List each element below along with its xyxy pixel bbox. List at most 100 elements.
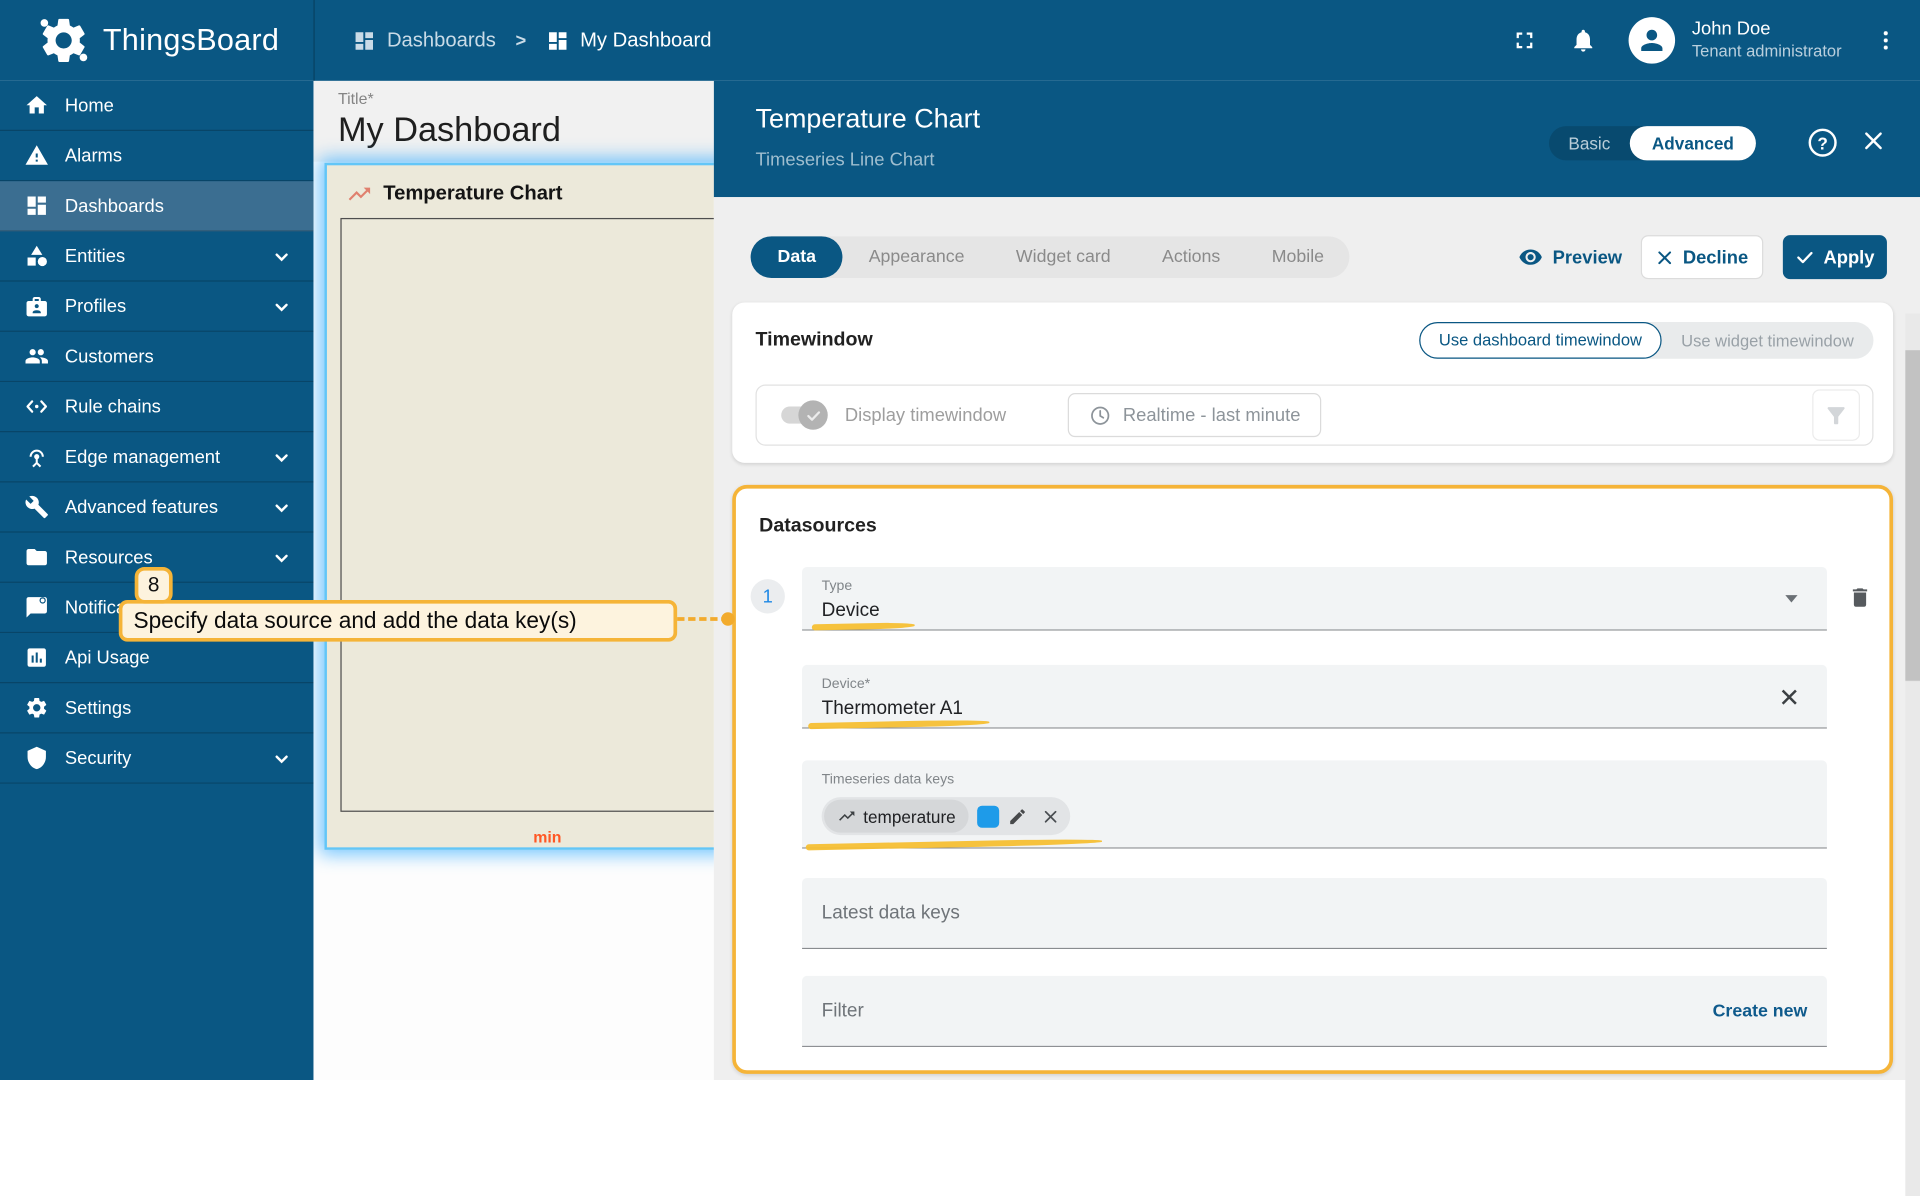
temperature-key-chip[interactable]: temperature — [822, 797, 1071, 835]
panel-scrollbar[interactable] — [1905, 313, 1920, 1196]
user-info: John Doe Tenant administrator — [1692, 19, 1842, 63]
temperature-chart-widget[interactable]: Temperature Chart min — [324, 163, 713, 850]
dashboards-icon — [24, 193, 48, 217]
user-name: John Doe — [1692, 19, 1842, 42]
annotation-connector-dot — [721, 612, 734, 625]
chevron-down-icon — [272, 298, 292, 318]
advanced-mode-option[interactable]: Advanced — [1630, 126, 1756, 160]
use-widget-timewindow-option[interactable]: Use widget timewindow — [1662, 331, 1874, 349]
remove-key-icon[interactable] — [1043, 808, 1060, 825]
more-menu-icon[interactable] — [1873, 28, 1897, 52]
datasource-type-select[interactable]: Type Device — [802, 567, 1827, 631]
sidebar-item-rule-chains[interactable]: Rule chains — [0, 382, 313, 432]
tab-appearance[interactable]: Appearance — [843, 247, 990, 267]
data-key-name: temperature — [863, 806, 955, 826]
sidebar-item-settings[interactable]: Settings — [0, 683, 313, 733]
timewindow-scope-toggle: Use dashboard timewindow Use widget time… — [1419, 322, 1873, 359]
config-panel-header: Temperature Chart Timeseries Line Chart … — [714, 81, 1920, 197]
device-field[interactable]: Device* Thermometer A1 ✕ — [802, 665, 1827, 729]
tab-actions[interactable]: Actions — [1136, 247, 1246, 267]
step-number-badge: 8 — [135, 567, 173, 604]
decline-button[interactable]: Decline — [1641, 235, 1763, 279]
sidebar-item-customers[interactable]: Customers — [0, 332, 313, 382]
dashboard-icon — [546, 29, 569, 52]
sidebar-item-profiles[interactable]: Profiles — [0, 282, 313, 332]
tab-widget-card[interactable]: Widget card — [990, 247, 1136, 267]
sidebar-item-entities[interactable]: Entities — [0, 231, 313, 281]
help-icon[interactable]: ? — [1809, 129, 1837, 157]
sidebar-item-edge-management[interactable]: Edge management — [0, 432, 313, 482]
dashboard-edit-area: Title* My Dashboard Temperature Chart mi… — [313, 81, 713, 1080]
x-icon — [1656, 248, 1674, 266]
filter-field[interactable]: Filter Create new — [802, 976, 1827, 1047]
sidebar-item-home[interactable]: Home — [0, 81, 313, 131]
dashboard-title-field[interactable]: Title* My Dashboard — [313, 81, 713, 162]
breadcrumb-dashboards[interactable]: Dashboards — [353, 29, 496, 52]
check-icon — [805, 407, 821, 423]
display-timewindow-label: Display timewindow — [845, 405, 1006, 426]
person-icon — [1636, 24, 1668, 56]
delete-datasource-icon[interactable] — [1848, 585, 1872, 609]
clear-device-icon[interactable]: ✕ — [1778, 683, 1800, 714]
notifications-bell-icon[interactable] — [1569, 27, 1596, 54]
gear-icon — [24, 696, 48, 720]
breadcrumb-my-dashboard[interactable]: My Dashboard — [546, 29, 712, 52]
tab-data[interactable]: Data — [751, 236, 843, 278]
sidebar-item-alarms[interactable]: Alarms — [0, 131, 313, 181]
timeseries-data-keys-field[interactable]: Timeseries data keys temperature — [802, 760, 1827, 848]
type-label: Type — [822, 579, 853, 594]
basic-mode-option[interactable]: Basic — [1549, 133, 1630, 153]
timeseries-data-keys-label: Timeseries data keys — [822, 773, 955, 788]
thingsboard-gear-icon — [37, 13, 91, 67]
breadcrumb: Dashboards > My Dashboard — [353, 0, 712, 81]
datasources-card: Datasources 1 Type Device Device* Thermo… — [732, 485, 1893, 1074]
scrollbar-thumb[interactable] — [1905, 350, 1920, 681]
warning-icon — [24, 143, 48, 167]
sidebar-item-advanced-features[interactable]: Advanced features — [0, 482, 313, 532]
key-color-swatch[interactable] — [978, 805, 1000, 827]
tab-mobile[interactable]: Mobile — [1246, 247, 1350, 267]
latest-data-keys-field[interactable]: Latest data keys — [802, 878, 1827, 949]
thingsboard-app: ThingsBoard Dashboards > My Dashboard — [0, 0, 1920, 1080]
apply-button[interactable]: Apply — [1783, 235, 1887, 279]
widget-title: Temperature Chart — [383, 182, 562, 205]
config-title: Temperature Chart — [756, 103, 981, 135]
filter-icon — [1823, 402, 1849, 428]
type-value: Device — [822, 600, 880, 622]
customers-people-icon — [24, 344, 48, 368]
rule-chains-icon — [24, 394, 48, 418]
profiles-badge-icon — [24, 294, 48, 318]
create-new-link[interactable]: Create new — [1713, 1001, 1808, 1021]
filter-placeholder: Filter — [822, 1000, 864, 1022]
sidebar-item-dashboards[interactable]: Dashboards — [0, 181, 313, 231]
close-icon[interactable] — [1861, 129, 1885, 153]
topbar-actions: John Doe Tenant administrator — [1511, 0, 1898, 81]
notification-center-icon — [24, 595, 48, 619]
dashboards-icon — [353, 29, 376, 52]
dashboard-title-value[interactable]: My Dashboard — [338, 110, 714, 149]
chevron-down-icon — [272, 749, 292, 769]
realtime-timewindow-button[interactable]: Realtime - last minute — [1068, 393, 1322, 437]
trending-up-icon — [347, 181, 373, 207]
chevron-down-icon — [272, 549, 292, 569]
top-bar: ThingsBoard Dashboards > My Dashboard — [0, 0, 1920, 81]
trending-up-icon — [838, 807, 856, 825]
use-dashboard-timewindow-option[interactable]: Use dashboard timewindow — [1419, 322, 1661, 359]
preview-button[interactable]: Preview — [1518, 235, 1622, 279]
dashboard-title-label: Title* — [338, 89, 714, 107]
tools-icon — [24, 495, 48, 519]
latest-data-keys-placeholder: Latest data keys — [822, 902, 960, 924]
config-panel-content: Data Appearance Widget card Actions Mobi… — [714, 197, 1920, 1080]
thingsboard-logo[interactable]: ThingsBoard — [37, 0, 279, 81]
user-avatar[interactable] — [1628, 17, 1675, 64]
datasources-heading: Datasources — [759, 516, 877, 538]
widget-header: Temperature Chart — [327, 165, 714, 207]
timewindow-filter-button[interactable] — [1812, 389, 1860, 440]
dropdown-caret-icon[interactable] — [1785, 595, 1797, 602]
device-value: Thermometer A1 — [822, 698, 963, 720]
timewindow-card: Timewindow Use dashboard timewindow Use … — [732, 302, 1893, 462]
fullscreen-icon[interactable] — [1511, 27, 1538, 54]
sidebar-item-security[interactable]: Security — [0, 733, 313, 783]
edit-pencil-icon[interactable] — [1008, 806, 1028, 826]
display-timewindow-toggle[interactable] — [781, 404, 825, 426]
